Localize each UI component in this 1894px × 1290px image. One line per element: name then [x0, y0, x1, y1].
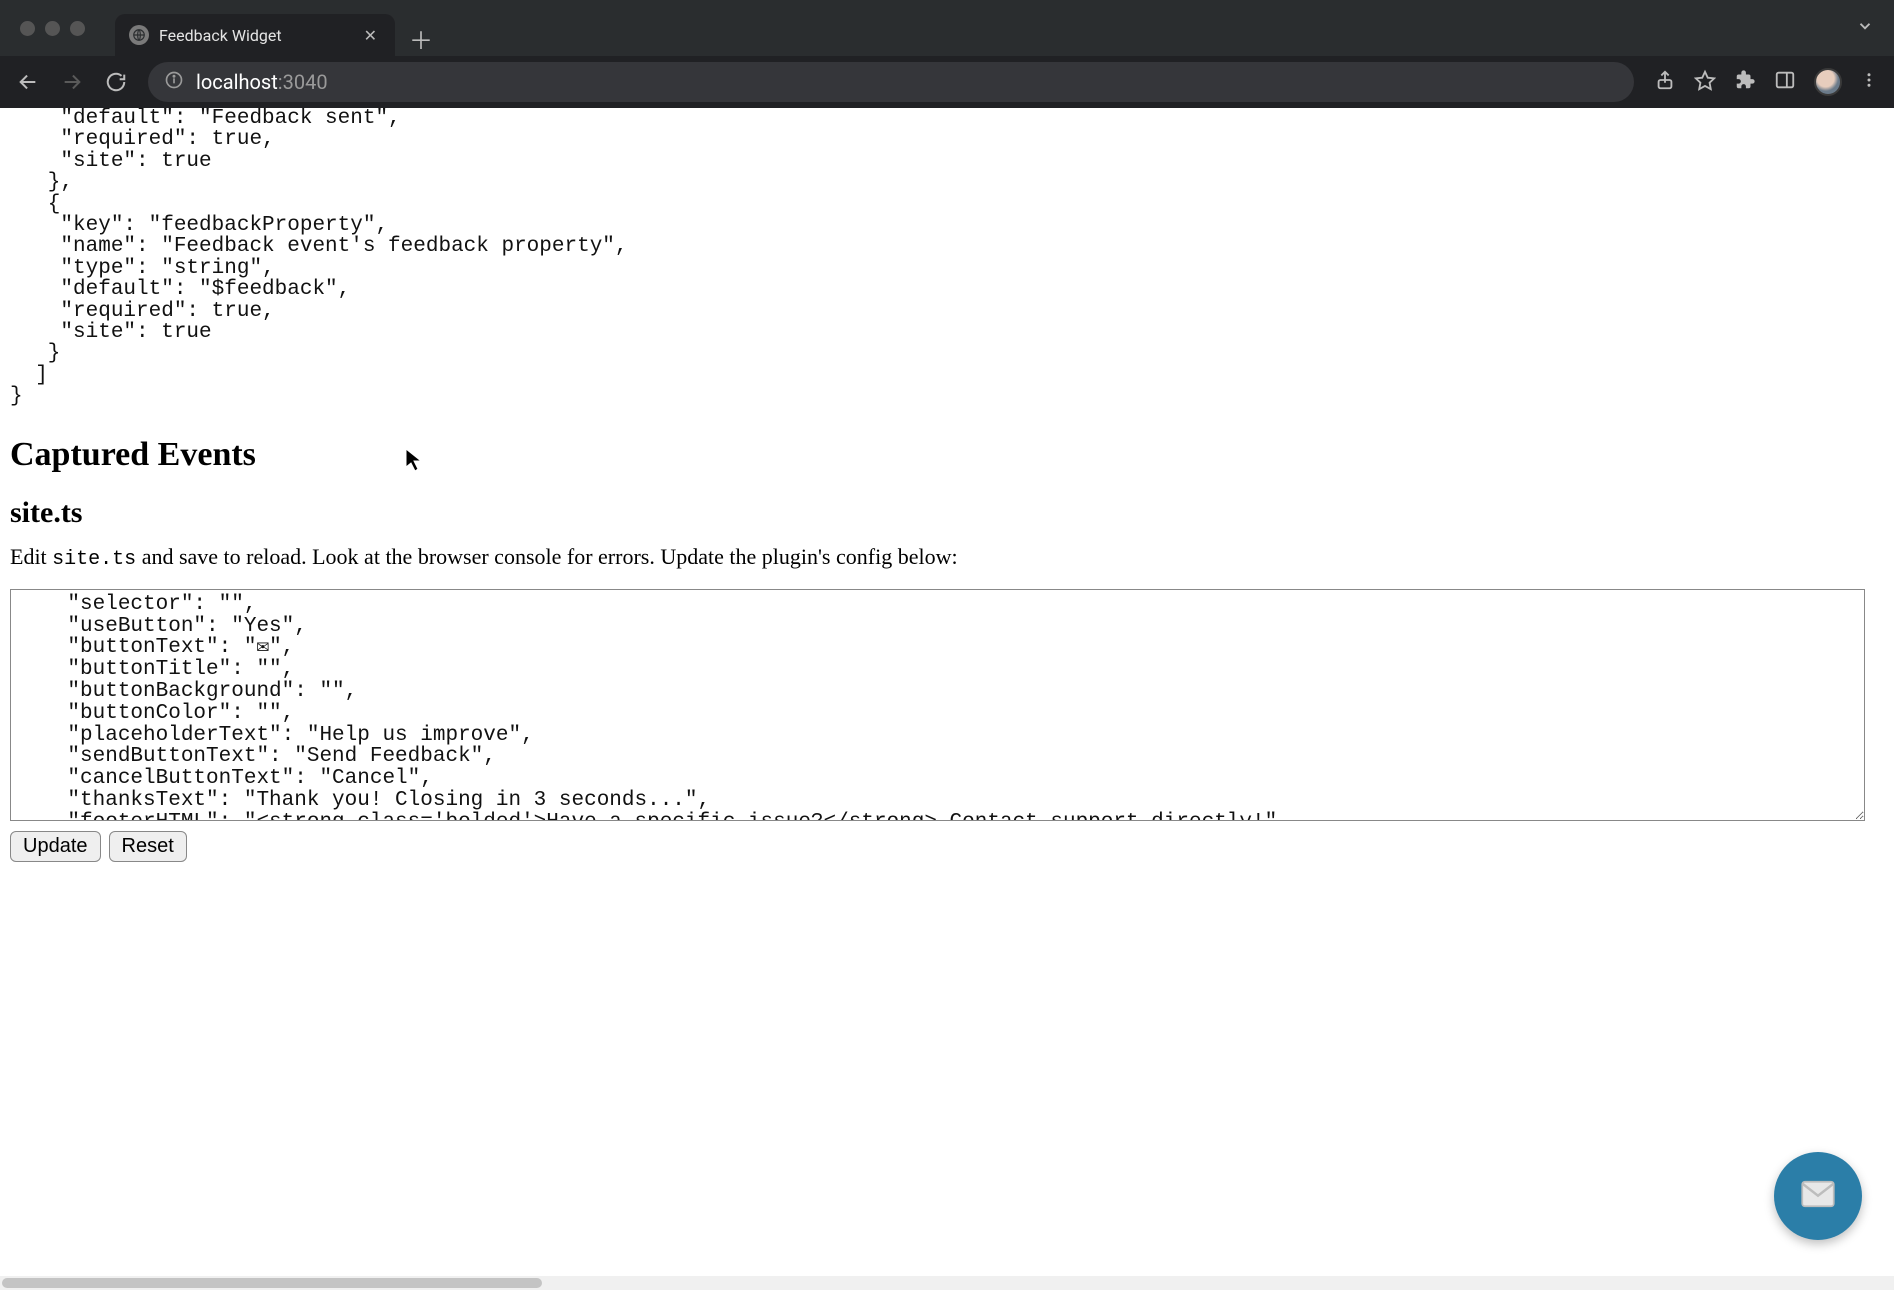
address-bar[interactable]: localhost:3040 — [148, 62, 1634, 102]
instructions-text: Edit site.ts and save to reload. Look at… — [10, 544, 1884, 571]
horizontal-scrollbar[interactable] — [0, 1276, 1894, 1290]
reload-button[interactable] — [98, 64, 134, 100]
instr-prefix: Edit — [10, 544, 52, 569]
close-window-button[interactable] — [20, 21, 35, 36]
feedback-fab[interactable] — [1774, 1152, 1862, 1240]
captured-events-heading: Captured Events — [10, 436, 1884, 474]
browser-chrome: Feedback Widget ✕ ＋ localhost:3040 — [0, 0, 1894, 108]
side-panel-icon[interactable] — [1774, 69, 1796, 95]
tab-title: Feedback Widget — [159, 26, 350, 45]
forward-button[interactable] — [54, 64, 90, 100]
config-textarea[interactable] — [10, 589, 1865, 821]
update-button[interactable]: Update — [10, 831, 101, 862]
toolbar: localhost:3040 — [0, 56, 1894, 108]
tab-strip: Feedback Widget ✕ ＋ — [115, 0, 433, 56]
globe-icon — [129, 25, 149, 45]
titlebar: Feedback Widget ✕ ＋ — [0, 0, 1894, 56]
all-tabs-dropdown-icon[interactable] — [1856, 17, 1874, 39]
window-controls — [10, 21, 85, 36]
instr-suffix: and save to reload. Look at the browser … — [136, 544, 957, 569]
config-editor — [10, 589, 1884, 825]
new-tab-button[interactable]: ＋ — [409, 21, 433, 56]
site-info-icon[interactable] — [164, 70, 184, 94]
minimize-window-button[interactable] — [45, 21, 60, 36]
share-icon[interactable] — [1654, 69, 1676, 95]
json-code-block: "default": "Feedback sent", "required": … — [10, 108, 1884, 408]
button-row: Update Reset — [10, 831, 1884, 862]
instr-code: site.ts — [52, 548, 136, 571]
maximize-window-button[interactable] — [70, 21, 85, 36]
back-button[interactable] — [10, 64, 46, 100]
extensions-icon[interactable] — [1734, 69, 1756, 95]
reset-button[interactable]: Reset — [109, 831, 187, 862]
profile-avatar[interactable] — [1814, 68, 1842, 96]
close-tab-icon[interactable]: ✕ — [360, 24, 381, 47]
browser-tab[interactable]: Feedback Widget ✕ — [115, 14, 395, 56]
url-host: localhost — [196, 70, 278, 94]
bookmark-star-icon[interactable] — [1694, 69, 1716, 95]
toolbar-right — [1648, 68, 1884, 96]
kebab-menu-icon[interactable] — [1860, 71, 1878, 93]
scrollbar-thumb[interactable] — [2, 1278, 542, 1288]
page-content[interactable]: "default": "Feedback sent", "required": … — [0, 108, 1894, 1290]
envelope-icon — [1797, 1173, 1839, 1219]
site-ts-heading: site.ts — [10, 496, 1884, 530]
url-path: :3040 — [278, 70, 328, 94]
url-text: localhost:3040 — [196, 70, 328, 94]
